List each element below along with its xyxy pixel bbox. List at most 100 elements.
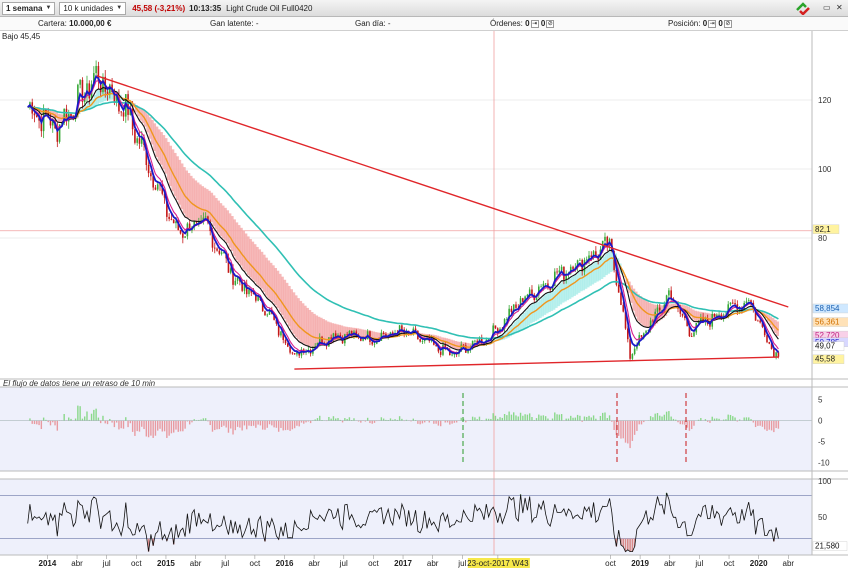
osc-tick-label: 100: [818, 477, 832, 486]
candle-body: [102, 76, 104, 93]
momentum-tick-label: -5: [818, 438, 826, 447]
close-icon[interactable]: ✕: [836, 3, 843, 12]
ordenes-info: Órdenes: 0 ⇥ 0 ⊘: [490, 19, 555, 28]
candle-body: [768, 342, 771, 344]
candle-body: [645, 330, 647, 334]
x-tick-label: oct: [724, 559, 735, 568]
candle-body: [658, 307, 661, 311]
candle-body: [33, 113, 36, 116]
candle-body: [266, 314, 269, 316]
x-tick-label: 2017: [394, 559, 412, 568]
candle-body: [540, 286, 542, 288]
x-tick-label: oct: [368, 559, 379, 568]
candle-body: [421, 341, 424, 342]
ordenes-toggle-2[interactable]: ⊘: [546, 19, 555, 28]
candle-body: [81, 79, 84, 102]
x-tick-label: 2015: [157, 559, 175, 568]
candle-body: [70, 114, 72, 116]
x-tick-label: jul: [339, 559, 348, 568]
candle-body: [731, 302, 734, 304]
osc-tick-label: 50: [818, 513, 827, 522]
price-label: 49,07: [815, 342, 836, 351]
candle-body: [264, 311, 266, 316]
candle-body: [640, 335, 643, 337]
x-tick-label: jul: [457, 559, 466, 568]
x-tick-label: oct: [131, 559, 142, 568]
candle-body: [544, 283, 547, 285]
candle-body: [777, 352, 780, 357]
x-tick-label: abr: [308, 559, 320, 568]
candle-body: [585, 259, 588, 261]
candle-body: [439, 351, 442, 355]
chevron-down-icon: ▼: [116, 5, 123, 11]
x-tick-label: abr: [427, 559, 439, 568]
x-tick-label: jul: [694, 559, 703, 568]
candle-body: [213, 247, 216, 249]
candle-body: [150, 173, 152, 177]
candle-body: [622, 304, 625, 312]
candle-body: [204, 216, 207, 218]
x-tick-label: 23-oct-2017 W43: [467, 559, 529, 568]
candle-body: [168, 216, 170, 219]
account-info-bar: Cartera: 10.000,00 € Gan latente: - Gan …: [0, 17, 848, 31]
candle-body: [693, 332, 695, 337]
candle-body: [604, 236, 606, 241]
momentum-tick-label: -10: [818, 459, 830, 468]
candle-body: [371, 341, 374, 345]
candle-body: [172, 219, 175, 224]
candle-body: [734, 303, 736, 305]
candle-body: [773, 348, 775, 357]
candle-body: [560, 266, 563, 271]
candle-body: [747, 300, 750, 302]
x-tick-label: abr: [783, 559, 795, 568]
candle-body: [419, 339, 421, 342]
candle-body: [248, 289, 250, 295]
candle-body: [220, 252, 223, 254]
price-label: 82,1: [815, 225, 831, 234]
candle-body: [668, 290, 670, 296]
candle-body: [170, 218, 173, 220]
candle-body: [156, 184, 159, 190]
gan-dia-info: Gan día: -: [355, 19, 391, 28]
timeframe-select[interactable]: 1 semana ▼: [2, 1, 56, 15]
candle-body: [95, 65, 97, 74]
ordenes-toggle[interactable]: ⇥: [530, 19, 539, 28]
x-tick-label: 2020: [750, 559, 768, 568]
candle-body: [234, 280, 237, 285]
candle-body: [633, 348, 636, 355]
instrument-name: Light Crude Oil Full0420: [226, 3, 313, 13]
candle-body: [629, 339, 631, 359]
candle-body: [462, 344, 465, 346]
clock-time: 10:13:35: [189, 3, 222, 13]
candle-body: [494, 325, 497, 329]
price-chart[interactable]: 1201008082,158,85456,36152,72050,78549,0…: [0, 31, 848, 568]
cartera-info: Cartera: 10.000,00 €: [38, 19, 112, 28]
restore-icon[interactable]: ▭: [823, 3, 831, 12]
candle-body: [136, 138, 138, 143]
candle-body: [652, 320, 654, 322]
oscillator-pane: [0, 479, 812, 555]
candle-body: [690, 336, 693, 337]
candle-body: [474, 340, 476, 342]
delay-notice: El flujo de datos tiene un retraso de 10…: [3, 379, 156, 388]
units-select[interactable]: 10 k unidades ▼: [59, 1, 127, 15]
candle-body: [284, 339, 287, 344]
posicion-toggle[interactable]: ⇥: [708, 19, 717, 28]
candle-body: [759, 320, 761, 323]
candle-body: [451, 354, 453, 356]
candle-body: [757, 320, 759, 322]
posicion-toggle-2[interactable]: ⊘: [723, 19, 732, 28]
candle-body: [147, 165, 150, 174]
candle-body: [218, 250, 221, 254]
chart-title: Bajo 45,45: [2, 32, 41, 41]
candle-body: [775, 352, 777, 357]
toolbar: 1 semana ▼ 10 k unidades ▼ 45,58 (-3,21%…: [0, 0, 848, 17]
candle-body: [291, 352, 294, 354]
candle-body: [401, 325, 403, 330]
momentum-tick-label: 5: [818, 396, 823, 405]
candle-body: [122, 112, 125, 117]
candle-body: [766, 335, 768, 343]
x-tick-label: oct: [250, 559, 261, 568]
candle-body: [631, 354, 634, 359]
osc-value-label: 21,580: [815, 542, 840, 551]
